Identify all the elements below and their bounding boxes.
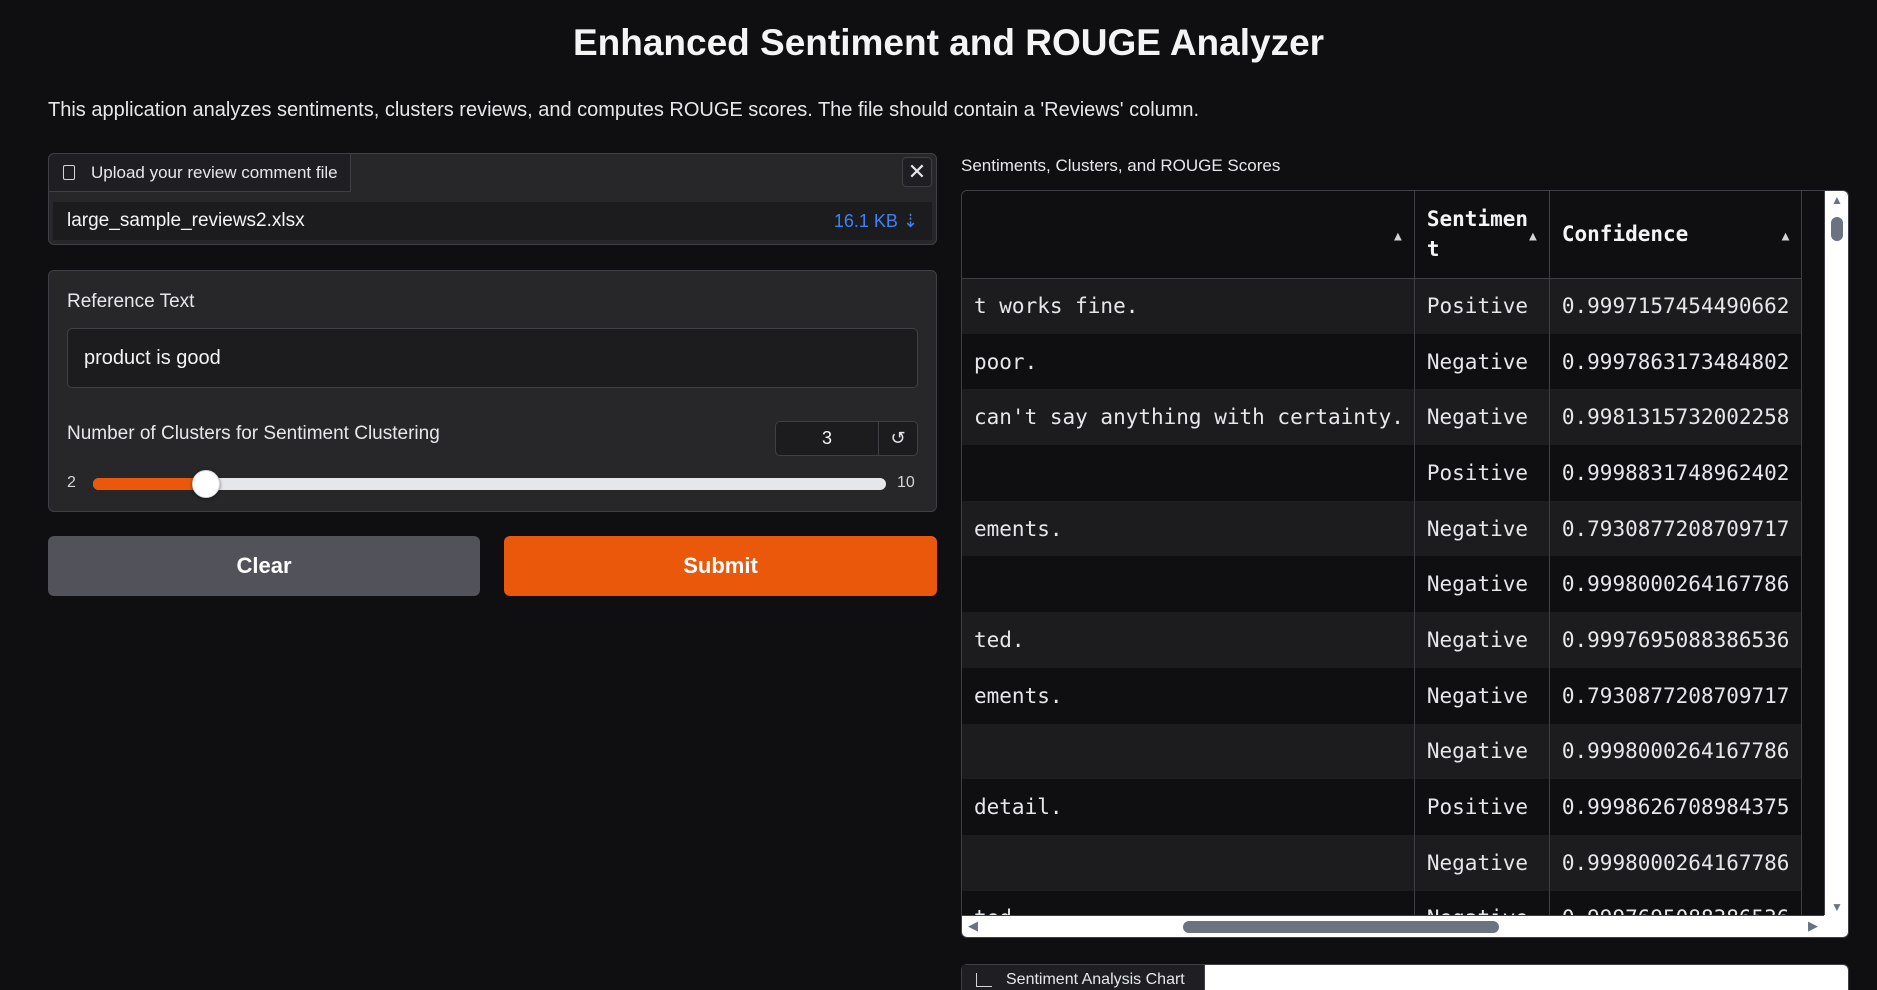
horizontal-scroll-thumb[interactable]: [1183, 921, 1499, 933]
clear-button[interactable]: Clear: [48, 536, 480, 596]
file-upload-panel[interactable]: Upload your review comment file ✕ large_…: [48, 153, 937, 245]
table-row[interactable]: ements. Negative 0.7930877208709717: [962, 500, 1803, 557]
scroll-up-icon[interactable]: ▲: [1831, 193, 1843, 207]
sentiment-cell[interactable]: Negative: [1414, 723, 1550, 780]
parameters-panel: Reference Text product is good Number of…: [48, 270, 937, 512]
review-cell[interactable]: [962, 834, 1415, 891]
confidence-cell[interactable]: 0.9998000264167786: [1549, 723, 1803, 780]
uploaded-file-row: large_sample_reviews2.xlsx 16.1 KB ⇣: [53, 202, 932, 240]
table-row[interactable]: Negative 0.9998000264167786: [962, 834, 1803, 891]
review-cell[interactable]: ements.: [962, 500, 1415, 557]
slider-min-label: 2: [67, 474, 76, 491]
confidence-cell[interactable]: 0.9998000264167786: [1549, 556, 1803, 613]
reset-icon[interactable]: ↺: [878, 421, 918, 456]
sentiment-cell[interactable]: Negative: [1414, 890, 1550, 916]
clusters-slider-thumb[interactable]: [192, 470, 221, 498]
sentiment-cell[interactable]: Negative: [1414, 612, 1550, 668]
clusters-label: Number of Clusters for Sentiment Cluster…: [67, 423, 440, 444]
review-cell[interactable]: poor.: [962, 333, 1415, 390]
review-cell[interactable]: [962, 556, 1415, 613]
sentiment-cell[interactable]: Positive: [1414, 278, 1550, 334]
confidence-cell[interactable]: 0.9998000264167786: [1549, 834, 1803, 891]
clusters-slider-fill: [93, 478, 207, 490]
upload-tab: Upload your review comment file: [49, 154, 351, 192]
reference-text-label: Reference Text: [67, 291, 195, 312]
sentiment-cell[interactable]: Positive: [1414, 445, 1550, 501]
table-row[interactable]: Negative 0.9998000264167786: [962, 723, 1803, 780]
results-table-panel: ▲ Sentimen t ▲ Confidence ▲ t works fine.…: [961, 190, 1849, 938]
sentiment-cell[interactable]: Negative: [1414, 333, 1550, 390]
file-download-link[interactable]: 16.1 KB ⇣: [834, 211, 918, 232]
column-header-label: Confidence: [1561, 222, 1689, 247]
scrollbar-corner: [1824, 915, 1848, 937]
confidence-cell[interactable]: 0.9981315732002258: [1549, 389, 1803, 446]
submit-button[interactable]: Submit: [504, 536, 937, 596]
scroll-right-icon[interactable]: ▶: [1808, 918, 1818, 934]
review-cell[interactable]: ements.: [962, 667, 1415, 724]
vertical-scrollbar[interactable]: ▲ ▼: [1824, 191, 1848, 916]
chart-tab: Sentiment Analysis Chart: [962, 965, 1205, 990]
slider-max-label: 10: [897, 474, 915, 491]
table-row[interactable]: detail. Positive 0.9998626708984375: [962, 779, 1803, 835]
sort-icon[interactable]: ▲: [1394, 229, 1402, 244]
table-row[interactable]: Positive 0.9998831748962402: [962, 445, 1803, 501]
page-description: This application analyzes sentiments, cl…: [48, 99, 1200, 121]
results-label: Sentiments, Clusters, and ROUGE Scores: [961, 156, 1281, 175]
review-cell[interactable]: [962, 445, 1415, 501]
reference-text-input[interactable]: product is good: [67, 328, 918, 388]
file-name: large_sample_reviews2.xlsx: [67, 210, 305, 231]
review-cell[interactable]: can't say anything with certainty.: [962, 389, 1415, 446]
confidence-cell[interactable]: 0.7930877208709717: [1549, 667, 1803, 724]
file-icon: [63, 165, 75, 180]
confidence-cell[interactable]: 0.9997695088386536: [1549, 890, 1803, 916]
sentiment-cell[interactable]: Negative: [1414, 500, 1550, 557]
results-table: ▲ Sentimen t ▲ Confidence ▲ t works fine.…: [962, 191, 1803, 916]
sentiment-cell[interactable]: Negative: [1414, 667, 1550, 724]
column-header-sentiment[interactable]: Sentimen t ▲: [1414, 191, 1550, 279]
chart-tab-label: Sentiment Analysis Chart: [1006, 971, 1185, 988]
table-row[interactable]: poor. Negative 0.9997863173484802: [962, 333, 1803, 390]
clusters-number-input[interactable]: 3: [775, 421, 879, 456]
column-header-confidence[interactable]: Confidence ▲: [1549, 191, 1803, 279]
column-header-review[interactable]: ▲: [962, 191, 1415, 279]
table-row[interactable]: ted.Negative0.9997695088386536: [962, 612, 1803, 668]
sentiment-cell[interactable]: Negative: [1414, 556, 1550, 613]
upload-label: Upload your review comment file: [91, 162, 338, 182]
sentiment-cell[interactable]: Negative: [1414, 389, 1550, 446]
chart-panel: Sentiment Analysis Chart: [961, 964, 1849, 990]
results-table-viewport: ▲ Sentimen t ▲ Confidence ▲ t works fine.…: [962, 191, 1824, 916]
scroll-down-icon[interactable]: ▼: [1831, 900, 1843, 914]
vertical-scroll-thumb[interactable]: [1831, 217, 1843, 241]
scroll-left-icon[interactable]: ◀: [968, 918, 978, 934]
review-cell[interactable]: [962, 723, 1415, 780]
review-cell[interactable]: detail.: [962, 779, 1415, 835]
review-cell[interactable]: t works fine.: [962, 278, 1415, 334]
confidence-cell[interactable]: 0.9997695088386536: [1549, 612, 1803, 668]
confidence-cell[interactable]: 0.9998626708984375: [1549, 779, 1803, 835]
review-cell[interactable]: ted.: [962, 612, 1415, 668]
table-row[interactable]: ements. Negative 0.7930877208709717: [962, 667, 1803, 724]
confidence-cell[interactable]: 0.9998831748962402: [1549, 445, 1803, 501]
sentiment-cell[interactable]: Positive: [1414, 779, 1550, 835]
sort-icon[interactable]: ▲: [1529, 229, 1537, 244]
horizontal-scrollbar[interactable]: ◀ ▶: [962, 915, 1824, 937]
page-title: Enhanced Sentiment and ROUGE Analyzer: [572, 22, 1325, 63]
column-header-label: Sentimen t: [1426, 207, 1529, 262]
confidence-cell[interactable]: 0.9997863173484802: [1549, 333, 1803, 390]
confidence-cell[interactable]: 0.7930877208709717: [1549, 500, 1803, 557]
confidence-cell[interactable]: 0.9997157454490662: [1549, 278, 1803, 334]
close-icon[interactable]: ✕: [902, 157, 932, 187]
table-row[interactable]: t works fine. Positive 0.9997157454490662: [962, 278, 1803, 334]
table-row[interactable]: Negative 0.9998000264167786: [962, 556, 1803, 613]
review-cell[interactable]: ted.: [962, 890, 1415, 916]
sentiment-cell[interactable]: Negative: [1414, 834, 1550, 891]
table-row[interactable]: can't say anything with certainty. Negati…: [962, 389, 1803, 446]
table-row[interactable]: ted.Negative0.9997695088386536: [962, 890, 1803, 916]
chart-icon: [976, 973, 992, 987]
sort-icon[interactable]: ▲: [1782, 229, 1790, 244]
